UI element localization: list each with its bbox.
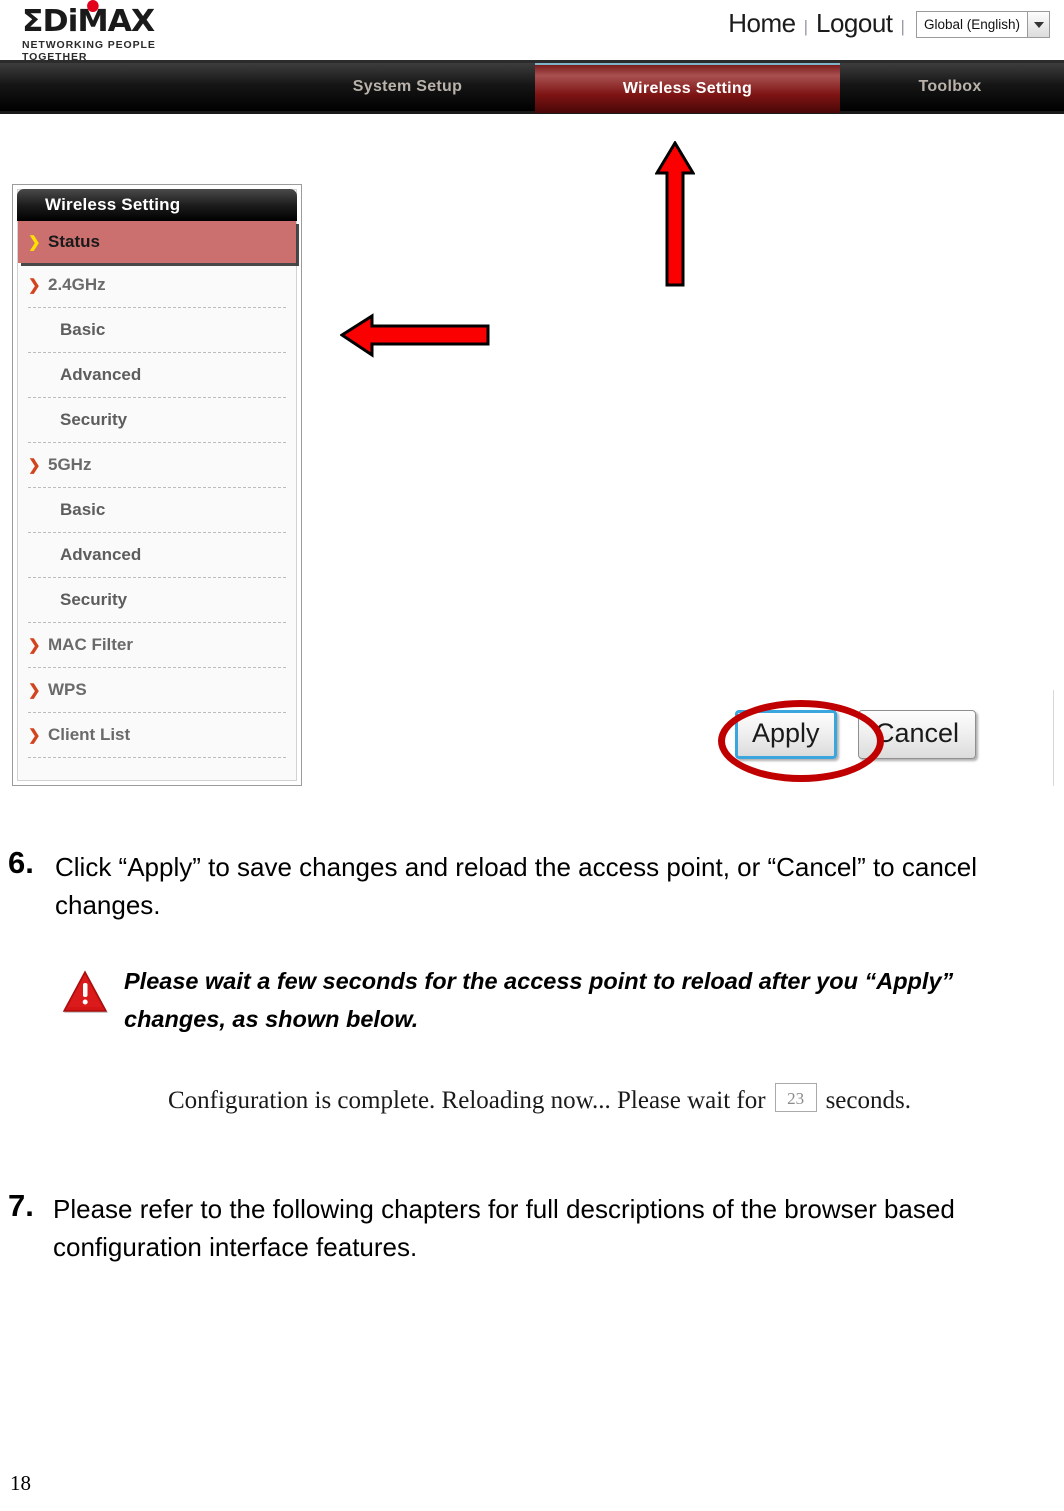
sidebar-item-5ghz-basic[interactable]: ❯ Basic (28, 488, 286, 533)
main-nav: System Setup Wireless Setting Toolbox (0, 63, 1064, 114)
sidebar-item-label: 2.4GHz (48, 275, 106, 294)
logout-link[interactable]: Logout (816, 8, 893, 39)
sidebar-item-label: Status (48, 232, 100, 251)
tab-system-setup[interactable]: System Setup (280, 63, 535, 111)
sidebar-item-label: WPS (48, 680, 87, 699)
header-separator-1: | (803, 16, 808, 36)
sidebar-item-24ghz-advanced[interactable]: ❯ Advanced (28, 353, 286, 398)
step-7-text: Please refer to the following chapters f… (53, 1194, 955, 1262)
apply-button-highlight-oval (718, 700, 884, 782)
callout-arrow-left-icon (340, 313, 490, 358)
reload-status-message: Configuration is complete. Reloading now… (168, 1083, 911, 1115)
sidebar-item-5ghz-advanced[interactable]: ❯ Advanced (28, 533, 286, 578)
sidebar-item-label: Basic (60, 320, 106, 339)
sidebar-title: Wireless Setting (17, 189, 297, 221)
step-7-number: 7. (8, 1188, 34, 1223)
chevron-right-icon: ❯ (28, 682, 41, 699)
sidebar-item-label: Client List (48, 725, 131, 744)
ui-header: ΣDiMAX NETWORKING PEOPLE TOGETHER Home |… (0, 0, 1064, 63)
callout-arrow-up-icon (655, 141, 695, 287)
language-select-value: Global (English) (923, 17, 1020, 32)
router-ui-screenshot: ΣDiMAX NETWORKING PEOPLE TOGETHER Home |… (0, 0, 1064, 800)
sidebar-item-label: Security (60, 590, 128, 609)
reload-message-suffix: seconds. (825, 1086, 911, 1114)
logo-wordmark: ΣDiMAX (22, 0, 232, 38)
warning-triangle-icon (62, 970, 108, 1013)
header-separator-2: | (900, 16, 905, 36)
sidebar-item-5ghz[interactable]: ❯ 5GHz (28, 443, 286, 488)
logo-tagline: NETWORKING PEOPLE TOGETHER (22, 39, 156, 63)
sidebar-item-24ghz-basic[interactable]: ❯ Basic (28, 308, 286, 353)
chevron-right-icon: ❯ (28, 457, 41, 474)
chevron-right-icon: ❯ (28, 727, 41, 744)
edimax-logo: ΣDiMAX NETWORKING PEOPLE TOGETHER (22, 0, 222, 63)
sidebar-item-label: MAC Filter (48, 635, 133, 654)
chevron-down-icon[interactable] (1027, 12, 1049, 37)
sidebar-item-status[interactable]: ❯ Status (18, 221, 296, 263)
chevron-right-icon: ❯ (28, 637, 41, 654)
header-actions: Home | Logout | Global (English) (728, 8, 1050, 39)
reload-seconds-input[interactable]: 23 (774, 1083, 817, 1112)
step-6-text: Click “Apply” to save changes and reload… (55, 852, 978, 920)
sidebar-inner: Wireless Setting ❯ Status ❯ 2.4GHz ❯ Bas… (17, 189, 297, 781)
tab-toolbox[interactable]: Toolbox (840, 63, 1060, 111)
sidebar-item-label: Security (60, 410, 128, 429)
tab-wireless-setting[interactable]: Wireless Setting (535, 63, 840, 113)
sidebar-item-client-list[interactable]: ❯ Client List (28, 713, 286, 758)
chevron-right-icon: ❯ (28, 234, 41, 251)
page-number: 18 (10, 1471, 31, 1495)
sidebar-item-mac-filter[interactable]: ❯ MAC Filter (28, 623, 286, 668)
sidebar-panel: Wireless Setting ❯ Status ❯ 2.4GHz ❯ Bas… (12, 184, 302, 786)
sidebar-menu: ❯ Status ❯ 2.4GHz ❯ Basic ❯ Advanced ❯ (18, 221, 296, 758)
reload-message-prefix: Configuration is complete. Reloading now… (168, 1086, 766, 1114)
sidebar-item-label: Advanced (60, 365, 142, 384)
sidebar-item-label: Advanced (60, 545, 142, 564)
language-select[interactable]: Global (English) (915, 11, 1050, 38)
sidebar-item-wps[interactable]: ❯ WPS (28, 668, 286, 713)
logo-dot-icon (87, 0, 99, 12)
sidebar-item-24ghz-security[interactable]: ❯ Security (28, 398, 286, 443)
sidebar-item-label: Basic (60, 500, 106, 519)
note-text: Please wait a few seconds for the access… (124, 968, 954, 1032)
step-6-number: 6. (8, 845, 34, 880)
home-link[interactable]: Home (728, 8, 796, 39)
sidebar-item-label: 5GHz (48, 455, 92, 474)
sidebar-item-24ghz[interactable]: ❯ 2.4GHz (28, 263, 286, 308)
sidebar-item-5ghz-security[interactable]: ❯ Security (28, 578, 286, 623)
chevron-right-icon: ❯ (28, 277, 41, 294)
content-right-divider (1053, 690, 1054, 786)
note-callout: Please wait a few seconds for the access… (62, 962, 992, 1038)
